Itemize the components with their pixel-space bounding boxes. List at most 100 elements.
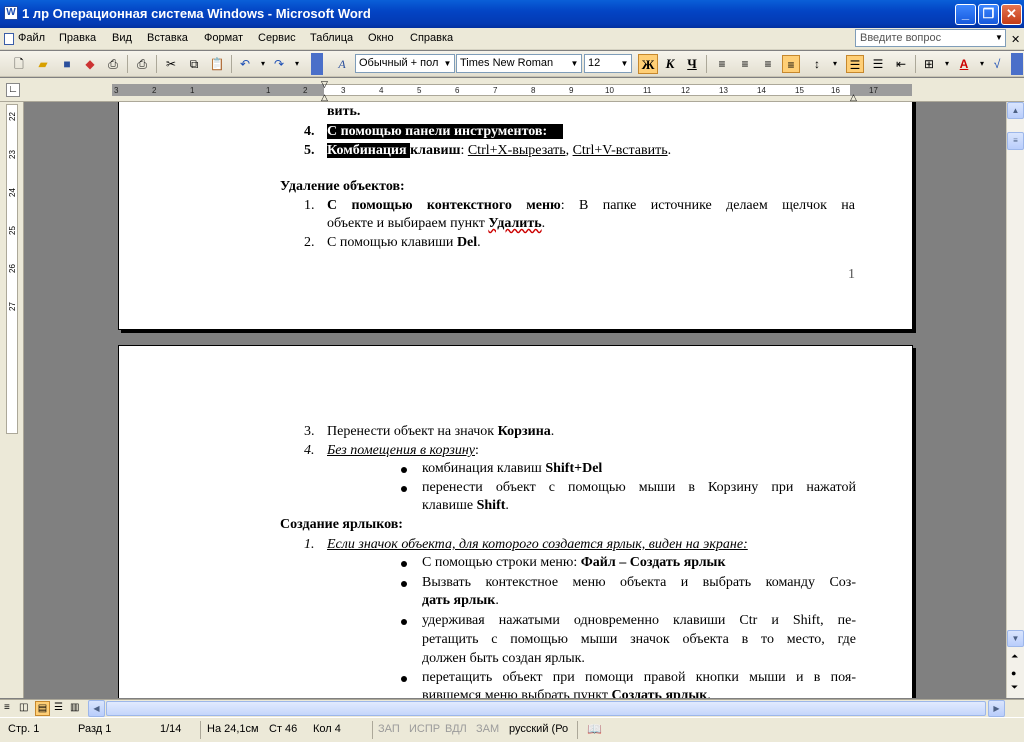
scroll-left-icon[interactable]: ◀ (88, 700, 105, 717)
status-section[interactable]: Разд 1 (78, 723, 111, 735)
status-overtype[interactable]: ЗАМ (476, 723, 499, 735)
text-run[interactable]: клавиш (410, 143, 460, 158)
status-page[interactable]: Стр. 1 (8, 723, 39, 735)
open-folder-icon[interactable]: ▰ (34, 55, 52, 73)
menu-file[interactable]: Файл (18, 32, 45, 44)
redo-icon[interactable]: ↷ (270, 55, 288, 73)
print-layout-icon[interactable]: ▤ (35, 701, 50, 716)
align-right-icon[interactable]: ≡ (759, 55, 777, 73)
list-item[interactable]: Если значок объекта, для которого создае… (327, 536, 748, 554)
text-run[interactable]: комбинация клавиш (422, 461, 545, 476)
print-preview-icon[interactable]: ⎙ (104, 55, 122, 73)
style-select[interactable]: Обычный + пол ▼ (355, 54, 455, 73)
close-button[interactable]: ✕ (1001, 4, 1022, 25)
next-page-icon[interactable]: ⏷ (1011, 682, 1018, 693)
bullet-item-continuation[interactable]: вившемся меню выбрать пункт Создать ярлы… (422, 687, 711, 698)
print-icon[interactable]: ⎙ (133, 55, 151, 73)
decrease-indent-icon[interactable]: ⇤ (892, 55, 910, 73)
bullet-item[interactable]: перетащить объект при помощи правой кноп… (422, 669, 856, 687)
scroll-up-icon[interactable]: ▲ (1007, 102, 1024, 119)
text-run[interactable]: , (566, 143, 573, 158)
minimize-button[interactable]: _ (955, 4, 976, 25)
list-item[interactable]: Перенести объект на значок Корзина. (327, 423, 554, 441)
highlighted-text[interactable]: Комбинация (327, 143, 411, 158)
text-run[interactable]: Ctrl+V-вставить (573, 143, 668, 158)
text-run[interactable]: дать ярлык (422, 593, 495, 608)
justify-icon[interactable]: ≡ (782, 55, 800, 73)
status-column[interactable]: Кол 4 (313, 723, 341, 735)
scroll-thumb[interactable]: ≡ (1007, 132, 1024, 150)
numbering-icon[interactable]: ☰ (846, 55, 864, 73)
text-run[interactable]: Del (457, 235, 477, 250)
text-run[interactable]: С помощью строки меню: (422, 555, 581, 570)
equation-icon[interactable]: √ (988, 55, 1006, 73)
line-spacing-icon[interactable]: ↕ (808, 55, 826, 73)
text-run[interactable]: объекте и выбираем пункт (327, 216, 488, 231)
text-run[interactable]: С помощью клавиши (327, 235, 457, 250)
section-heading[interactable]: Создание ярлыков: (280, 516, 403, 534)
text-run[interactable]: . (495, 593, 499, 608)
vertical-scrollbar[interactable]: ▲ ≡ ▼ ⏶ ● ⏷ (1006, 102, 1024, 698)
text-run[interactable]: Ctrl+X-вырезать (468, 143, 566, 158)
text-run[interactable]: . (505, 498, 509, 513)
bullet-item[interactable]: Вызвать контекстное меню объекта и выбра… (422, 574, 856, 592)
menu-tools[interactable]: Сервис (258, 32, 296, 44)
web-view-icon[interactable]: ◫ (19, 702, 28, 713)
menu-insert[interactable]: Вставка (147, 32, 188, 44)
text-line[interactable]: вить. (327, 103, 360, 121)
status-extend[interactable]: ВДЛ (445, 723, 467, 735)
vertical-ruler[interactable]: 22 23 24 25 26 27 (0, 102, 24, 698)
page-2[interactable]: 3. Перенести объект на значок Корзина. 4… (118, 345, 913, 698)
text-run[interactable]: Создать ярлык (611, 688, 707, 698)
align-left-icon[interactable]: ≡ (713, 55, 731, 73)
horizontal-ruler[interactable]: ∟ ▽ △ △ 3 2 1 1 2 3 4 5 6 7 8 9 10 11 12… (0, 78, 1024, 102)
list-item-continuation[interactable]: объекте и выбираем пункт Удалить. (327, 215, 545, 233)
horizontal-scrollbar[interactable]: ≡ ◫ ▤ ☰ ▥ ◀ ▶ (0, 699, 1024, 717)
status-position[interactable]: На 24,1см (207, 723, 259, 735)
list-item[interactable]: Комбинация клавиш: Ctrl+X-вырезать, Ctrl… (327, 142, 671, 160)
browse-object-icon[interactable]: ● (1011, 668, 1016, 678)
text-run[interactable]: Перенести объект на значок (327, 424, 498, 439)
list-item[interactable]: С помощью клавиши Del. (327, 234, 481, 252)
chevron-down-icon[interactable]: ▼ (618, 55, 631, 72)
text-run[interactable]: клавише (422, 498, 477, 513)
new-document-icon[interactable]: 🗋 (10, 55, 28, 73)
text-run[interactable]: Удалить (488, 216, 541, 231)
text-run[interactable]: . (668, 143, 672, 158)
normal-view-icon[interactable]: ≡ (4, 702, 10, 713)
tab-selector-icon[interactable]: ∟ (6, 83, 20, 97)
section-heading[interactable]: Удаление объектов: (280, 178, 405, 196)
list-item[interactable]: С помощью контекстного меню: В папке ист… (327, 197, 855, 215)
text-run[interactable]: Shift (477, 498, 506, 513)
menu-edit[interactable]: Правка (59, 32, 96, 44)
text-run[interactable]: Без помещения в корзину (327, 443, 475, 458)
horizontal-scroll-thumb[interactable] (106, 701, 986, 716)
bullet-item[interactable]: перенести объект с помощью мыши в Корзин… (422, 479, 856, 497)
reading-view-icon[interactable]: ▥ (70, 702, 79, 713)
bullet-item-continuation[interactable]: дать ярлык. (422, 592, 499, 610)
list-item[interactable]: С помощью панели инструментов: (327, 123, 564, 141)
highlighted-text[interactable]: С помощью панели инструментов: (327, 124, 564, 139)
bullet-item-continuation[interactable]: должен быть создан ярлык. (422, 650, 585, 668)
underline-button[interactable]: Ч (682, 54, 702, 74)
text-run[interactable]: . (477, 235, 481, 250)
bullet-item[interactable]: С помощью строки меню: Файл – Создать яр… (422, 554, 726, 572)
text-run[interactable]: Файл – Создать ярлык (581, 555, 726, 570)
italic-button[interactable]: К (660, 54, 680, 74)
outline-view-icon[interactable]: ☰ (54, 702, 63, 713)
font-size-select[interactable]: 12 ▼ (584, 54, 632, 73)
bullets-icon[interactable]: ☰ (869, 55, 887, 73)
text-run[interactable]: вившемся меню выбрать пункт (422, 688, 611, 698)
text-run[interactable]: : (475, 443, 479, 458)
first-line-indent-icon[interactable]: ▽ (321, 79, 328, 90)
previous-page-icon[interactable]: ⏶ (1011, 651, 1018, 662)
chevron-down-icon[interactable]: ▾ (938, 55, 956, 73)
text-run[interactable]: : В папке источнике делаем щелчок на (561, 198, 855, 213)
document-area[interactable]: вить. 4. С помощью панели инструментов: … (25, 102, 1006, 698)
bold-button[interactable]: Ж (638, 54, 658, 74)
doc-icon[interactable] (4, 33, 14, 45)
undo-icon[interactable]: ↶ (236, 55, 254, 73)
bullet-item-continuation[interactable]: ретащить с помощью мыши значок объекта в… (422, 631, 856, 649)
permission-icon[interactable]: ◆ (81, 55, 99, 73)
spelling-check-icon[interactable]: 📖 (587, 722, 602, 736)
